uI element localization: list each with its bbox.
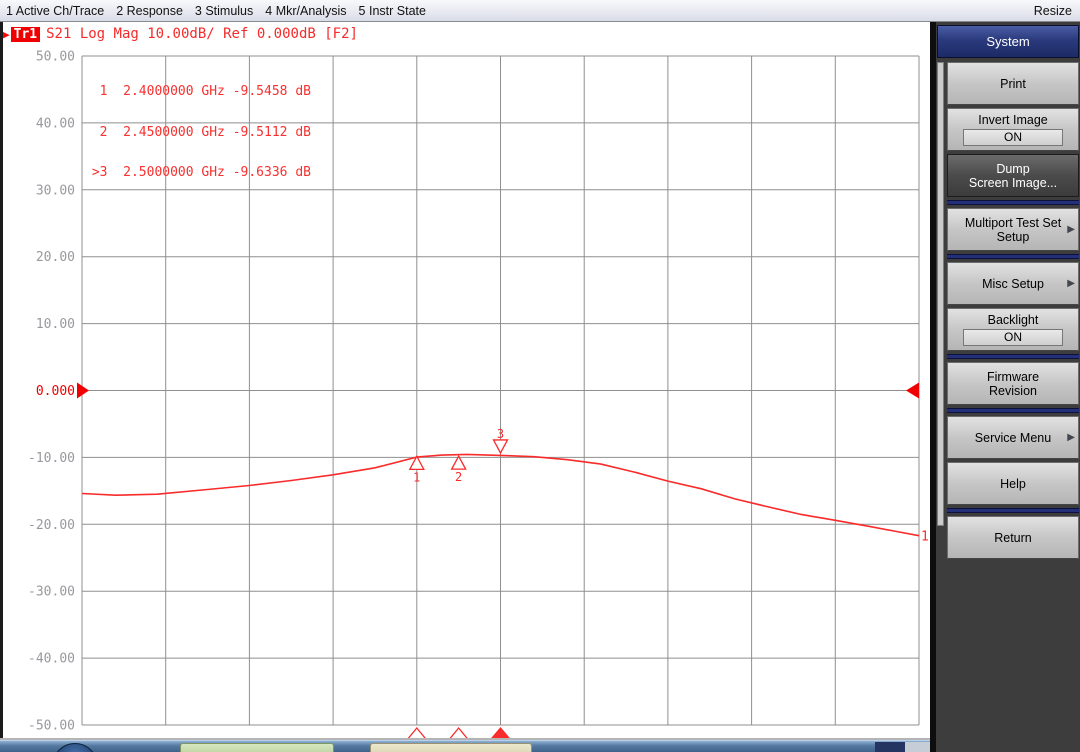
softkey-list: Print Invert Image ON Dump Screen Image.… [947,62,1079,562]
svg-text:-30.00: -30.00 [28,585,75,600]
marker-readout: 1 2.4000000 GHz -9.5458 dB 2 2.4500000 G… [84,58,311,207]
svg-text:50.00: 50.00 [36,50,75,65]
svg-text:-10.00: -10.00 [28,451,75,466]
taskbar-right-light-segment [905,742,930,752]
marker-readout-line-1: 1 2.4000000 GHz -9.5458 dB [84,84,311,99]
invert-image-state: ON [963,129,1063,146]
softkey-label: Return [994,530,1032,545]
taskbar-app-button-1[interactable] [180,743,334,752]
svg-text:1: 1 [413,470,420,484]
start-button-orb[interactable] [52,743,98,752]
softkey-label: Print [1000,76,1026,91]
softkey-misc-setup[interactable]: Misc Setup ▶ [947,262,1079,305]
softkey-group-separator [947,354,1079,359]
svg-text:-50.00: -50.00 [28,719,75,734]
plot-main-area: 50.00 40.00 30.00 20.00 10.00 0.000 -10.00 -20.… [0,22,930,740]
softkey-label: Misc Setup [982,276,1044,291]
svg-text:10.00: 10.00 [36,317,75,332]
softkey-label: Backlight [987,313,1039,327]
window-left-edge [0,22,3,740]
softkey-sidebar: System Print Invert Image ON Dump Screen… [936,22,1080,752]
marker-readout-line-3: >3 2.5000000 GHz -9.6336 dB [84,165,311,180]
resize-button[interactable]: Resize [1026,4,1080,18]
trace-status-line: ▶ Tr1 S21 Log Mag 10.00dB/ Ref 0.000dB [… [3,26,358,42]
submenu-arrow-icon: ▶ [1067,431,1075,443]
softkey-label: Setup [996,229,1030,244]
menu-instr-state[interactable]: 5 Instr State [353,4,432,18]
svg-text:-40.00: -40.00 [28,652,75,667]
menu-stimulus[interactable]: 3 Stimulus [189,4,259,18]
softkey-label: Help [1000,476,1026,491]
svg-text:1: 1 [921,530,929,545]
menu-mkr-analysis[interactable]: 4 Mkr/Analysis [259,4,352,18]
submenu-arrow-icon: ▶ [1067,223,1075,235]
svg-text:2: 2 [455,470,462,484]
softkey-group-separator [947,200,1079,205]
softkey-invert-image[interactable]: Invert Image ON [947,108,1079,151]
softkey-service-menu[interactable]: Service Menu ▶ [947,416,1079,459]
taskbar-right-segment [875,742,905,752]
softkey-print[interactable]: Print [947,62,1079,105]
taskbar-app-button-2[interactable] [370,743,532,752]
app-window: 1 Active Ch/Trace 2 Response 3 Stimulus … [0,0,1080,752]
svg-text:-20.00: -20.00 [28,518,75,533]
svg-text:3: 3 [497,427,504,441]
menu-bar: 1 Active Ch/Trace 2 Response 3 Stimulus … [0,0,1080,22]
softkey-return[interactable]: Return [947,516,1079,559]
submenu-arrow-icon: ▶ [1067,277,1075,289]
svg-text:40.00: 40.00 [36,116,75,131]
softkey-group-separator [947,408,1079,413]
softkey-label: Multiport Test Set [964,215,1062,230]
trace-format-text: S21 Log Mag 10.00dB/ Ref 0.000dB [F2] [46,26,358,42]
softkey-label: Service Menu [974,430,1052,445]
softkey-multiport-test-set-setup[interactable]: Multiport Test Set Setup ▶ [947,208,1079,251]
backlight-state: ON [963,329,1063,346]
softkey-scroll-strip [937,62,944,526]
softkey-backlight[interactable]: Backlight ON [947,308,1079,351]
softkey-firmware-revision[interactable]: Firmware Revision [947,362,1079,405]
softkey-group-separator [947,508,1079,513]
softkey-label: Firmware [986,369,1040,384]
softkey-label: Dump [996,161,1030,176]
softkey-label: Screen Image... [968,175,1058,190]
svg-text:30.00: 30.00 [36,183,75,198]
softkey-label: Revision [989,383,1037,398]
softkey-group-separator [947,254,1079,259]
svg-text:0.000: 0.000 [36,384,75,399]
menu-response[interactable]: 2 Response [110,4,189,18]
softkey-label: Invert Image [978,113,1048,127]
menu-active-ch-trace[interactable]: 1 Active Ch/Trace [0,4,110,18]
taskbar [0,740,930,752]
marker-readout-line-2: 2 2.4500000 GHz -9.5112 dB [84,124,311,140]
softkey-dump-screen-image[interactable]: Dump Screen Image... [947,154,1079,197]
trace-badge: Tr1 [10,26,41,42]
softkey-help[interactable]: Help [947,462,1079,505]
active-trace-pointer-icon: ▶ [3,27,10,41]
svg-text:20.00: 20.00 [36,250,75,265]
softkey-menu-title: System [937,25,1079,58]
